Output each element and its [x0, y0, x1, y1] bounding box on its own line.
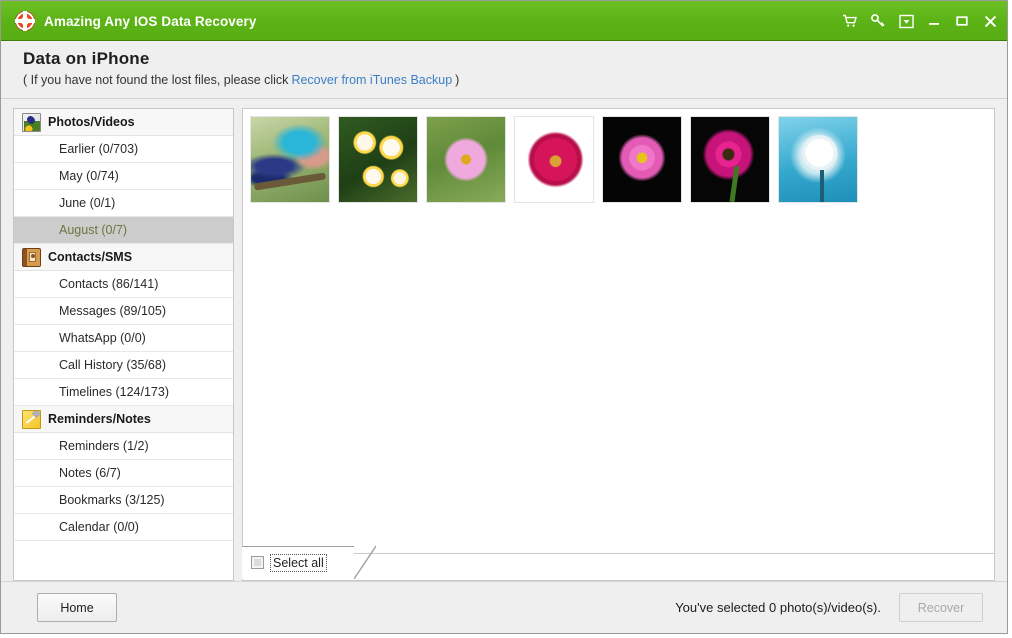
desktop-background-bottom [0, 634, 1012, 638]
close-icon[interactable] [981, 12, 999, 30]
lifebuoy-icon [15, 11, 35, 31]
dropdown-box-icon[interactable] [897, 12, 915, 30]
footer-bar: Home You've selected 0 photo(s)/video(s)… [1, 581, 1007, 633]
sidebar-item-call-history[interactable]: Call History (35/68) [14, 352, 233, 379]
select-all-checkbox[interactable] [251, 556, 264, 569]
thumbnail-image [603, 117, 681, 202]
sidebar-group-label: Contacts/SMS [48, 250, 133, 264]
page-header: Data on iPhone ( If you have not found t… [1, 41, 1007, 113]
selection-status: You've selected 0 photo(s)/video(s). [675, 600, 881, 615]
thumbnail-image [779, 117, 857, 202]
contacts-icon [22, 247, 41, 267]
thumbnail-crimson-daisy[interactable] [514, 116, 594, 203]
select-all-control[interactable]: Select all [242, 546, 376, 579]
sidebar-group-label: Reminders/Notes [48, 412, 151, 426]
sidebar-group-label: Photos/Videos [48, 115, 135, 129]
page-subtitle: ( If you have not found the lost files, … [23, 72, 1007, 88]
sidebar-item-whatsapp[interactable]: WhatsApp (0/0) [14, 325, 233, 352]
thumbnail-white-zinnia[interactable] [778, 116, 858, 203]
subtitle-suffix: ) [455, 73, 460, 87]
sidebar-item-reminders[interactable]: Reminders (1/2) [14, 433, 233, 460]
thumbnail-image [515, 117, 593, 202]
sidebar-item-august[interactable]: August (0/7) [14, 217, 233, 244]
title-bar: Amazing Any IOS Data Recovery [1, 1, 1007, 41]
sidebar-group-reminders-notes[interactable]: Reminders/Notes [14, 406, 233, 433]
home-button[interactable]: Home [37, 593, 117, 622]
sidebar-item-bookmarks[interactable]: Bookmarks (3/125) [14, 487, 233, 514]
app-title: Amazing Any IOS Data Recovery [44, 13, 257, 29]
maximize-icon[interactable] [953, 12, 971, 30]
thumbnail-image [339, 117, 417, 202]
sidebar-item-contacts[interactable]: Contacts (86/141) [14, 271, 233, 298]
photos-icon [22, 112, 41, 132]
sidebar-group-photos-videos[interactable]: Photos/Videos [14, 109, 233, 136]
thumbnail-image [427, 117, 505, 202]
titlebar-button-group [841, 12, 999, 30]
content-panel: Select all [242, 108, 995, 581]
sidebar-item-messages[interactable]: Messages (89/105) [14, 298, 233, 325]
thumbnail-pink-cosmos[interactable] [426, 116, 506, 203]
key-icon[interactable] [869, 12, 887, 30]
notes-icon [22, 409, 41, 429]
recover-from-itunes-backup-link[interactable]: Recover from iTunes Backup [291, 73, 452, 87]
page-title: Data on iPhone [23, 49, 150, 68]
footer-right-group: You've selected 0 photo(s)/video(s). Rec… [675, 593, 983, 622]
body-area: Photos/Videos Earlier (0/703) May (0/74)… [1, 99, 1007, 581]
thumbnail-blue-bird[interactable] [250, 116, 330, 203]
thumbnail-magenta-osteospermum[interactable] [690, 116, 770, 203]
sidebar: Photos/Videos Earlier (0/703) May (0/74)… [13, 108, 234, 581]
sidebar-item-june[interactable]: June (0/1) [14, 190, 233, 217]
thumbnail-grid [243, 109, 994, 553]
application-window: Amazing Any IOS Data Recovery Data on iP… [0, 0, 1008, 634]
sidebar-group-contacts-sms[interactable]: Contacts/SMS [14, 244, 233, 271]
desktop-background-right [1008, 0, 1012, 638]
recover-button[interactable]: Recover [899, 593, 983, 622]
cart-icon[interactable] [841, 12, 859, 30]
sidebar-item-may[interactable]: May (0/74) [14, 163, 233, 190]
thumbnail-pink-dahlia[interactable] [602, 116, 682, 203]
select-all-bar: Select all [242, 546, 994, 580]
sidebar-item-notes[interactable]: Notes (6/7) [14, 460, 233, 487]
select-all-label: Select all [270, 553, 327, 572]
thumbnail-plumeria-flowers[interactable] [338, 116, 418, 203]
subtitle-prefix: ( If you have not found the lost files, … [23, 73, 289, 87]
thumbnail-image [691, 117, 769, 202]
sidebar-item-timelines[interactable]: Timelines (124/173) [14, 379, 233, 406]
minimize-icon[interactable] [925, 12, 943, 30]
sidebar-item-earlier[interactable]: Earlier (0/703) [14, 136, 233, 163]
thumbnail-image [251, 117, 329, 202]
sidebar-item-calendar[interactable]: Calendar (0/0) [14, 514, 233, 541]
